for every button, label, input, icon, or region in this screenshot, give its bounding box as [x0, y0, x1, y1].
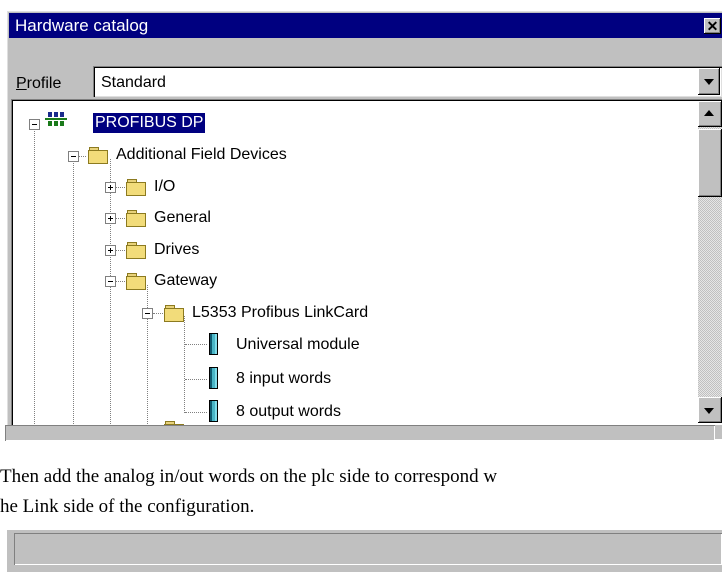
tree-node-8-output-words[interactable]: 8 output words — [236, 402, 341, 422]
tree-branch-line — [153, 313, 163, 315]
chevron-up-icon — [704, 110, 714, 116]
tree-node-l5353-linkcard[interactable]: L5353 Profibus LinkCard — [192, 303, 368, 323]
profile-dropdown-button[interactable] — [698, 68, 720, 95]
tree-node-additional-field-devices[interactable]: Additional Field Devices — [116, 145, 287, 165]
scrollbar-thumb[interactable] — [698, 129, 722, 197]
status-bar — [5, 425, 715, 441]
tree-guide-line — [184, 316, 186, 413]
tree-node-drives[interactable]: Drives — [154, 240, 199, 260]
profile-select-value: Standard — [101, 74, 166, 91]
close-button[interactable]: ✕ — [704, 18, 721, 34]
module-icon — [209, 367, 218, 389]
folder-icon — [126, 210, 146, 227]
tree-node-profibus-dp[interactable]: PROFIBUS DP — [93, 113, 206, 133]
expand-toggle-general[interactable] — [105, 213, 116, 224]
tree-node-universal-module[interactable]: Universal module — [236, 335, 360, 355]
profile-select[interactable]: Standard — [93, 66, 722, 97]
tree-branch-line — [115, 218, 125, 220]
lower-status-panel — [14, 533, 722, 565]
module-icon — [209, 333, 218, 355]
collapse-toggle-profibus[interactable] — [29, 119, 40, 130]
close-icon: ✕ — [706, 18, 719, 34]
caption-line-1: Then add the analog in/out words on the … — [0, 466, 498, 487]
lower-window-frame — [7, 530, 722, 572]
folder-icon — [126, 273, 146, 290]
tree-node-io[interactable]: I/O — [154, 177, 175, 197]
tree-branch-line — [115, 187, 125, 189]
folder-icon — [164, 305, 184, 322]
network-icon — [45, 112, 67, 126]
collapse-toggle-gateway[interactable] — [105, 276, 116, 287]
chevron-down-icon — [704, 408, 714, 414]
tree-guide-line — [73, 158, 75, 425]
profile-label-accesskey: P — [16, 75, 27, 92]
vertical-scrollbar[interactable] — [698, 101, 722, 423]
catalog-tree[interactable]: PROFIBUS DP Additional Field Devices I/O… — [11, 99, 722, 425]
tree-branch-line — [115, 250, 125, 252]
module-icon — [209, 400, 218, 422]
tree-node-8-input-words[interactable]: 8 input words — [236, 369, 331, 389]
window-title: Hardware catalog — [15, 16, 149, 35]
scroll-down-button[interactable] — [698, 397, 722, 423]
tree-node-general[interactable]: General — [154, 208, 211, 228]
expand-toggle-io[interactable] — [105, 182, 116, 193]
folder-icon — [126, 242, 146, 259]
chevron-down-icon — [704, 79, 714, 85]
tree-branch-line — [115, 281, 125, 283]
folder-icon — [126, 179, 146, 196]
folder-icon — [88, 147, 108, 164]
profile-label-text: rofile — [26, 75, 62, 92]
scroll-up-button[interactable] — [698, 101, 722, 127]
tree-node-gateway[interactable]: Gateway — [154, 271, 217, 291]
expand-toggle-drives[interactable] — [105, 245, 116, 256]
tree-branch-line — [185, 379, 207, 381]
tree-guide-line — [147, 285, 149, 425]
tree-guide-line — [34, 126, 36, 425]
tree-branch-line — [185, 412, 207, 414]
collapse-toggle-additional-field-devices[interactable] — [68, 151, 79, 162]
profile-label: Profile — [16, 75, 61, 93]
caption-line-2: he Link side of the configuration. — [0, 496, 255, 517]
title-bar[interactable]: Hardware catalog ✕ — [9, 13, 722, 38]
collapse-toggle-linkcard[interactable] — [142, 308, 153, 319]
tree-branch-line — [185, 344, 207, 346]
tree-guide-line — [110, 159, 112, 425]
